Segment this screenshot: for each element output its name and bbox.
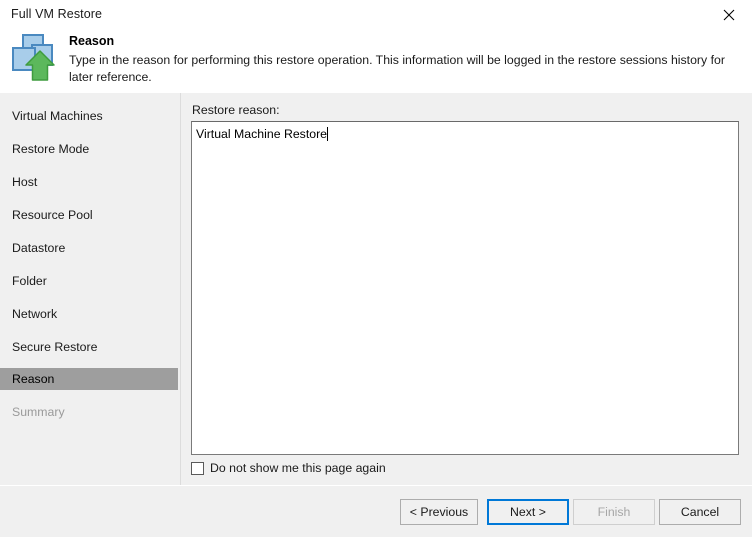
- sidebar-item-resource-pool[interactable]: Resource Pool: [0, 204, 178, 226]
- full-vm-restore-dialog: Full VM Restore Reason Type in the reaso…: [0, 0, 752, 537]
- sidebar-item-label: Datastore: [12, 241, 66, 255]
- previous-button-label: < Previous: [409, 505, 469, 519]
- checkbox-label: Do not show me this page again: [210, 461, 386, 475]
- dialog-body: Virtual Machines Restore Mode Host Resou…: [0, 93, 752, 485]
- text-caret: [327, 127, 329, 141]
- sidebar-item-label: Host: [12, 175, 38, 189]
- sidebar-item-folder[interactable]: Folder: [0, 270, 178, 292]
- sidebar-item-restore-mode[interactable]: Restore Mode: [0, 138, 178, 160]
- sidebar-item-label: Folder: [12, 274, 47, 288]
- previous-button[interactable]: < Previous: [400, 499, 478, 525]
- sidebar-item-label: Virtual Machines: [12, 109, 103, 123]
- dialog-footer: < Previous Next > Finish Cancel: [0, 485, 752, 537]
- restore-reason-text: Virtual Machine Restore: [196, 127, 328, 141]
- sidebar-item-label: Summary: [12, 405, 65, 419]
- restore-reason-input[interactable]: Virtual Machine Restore: [191, 121, 739, 455]
- sidebar-item-label: Secure Restore: [12, 340, 98, 354]
- restore-reason-label: Restore reason:: [192, 103, 280, 117]
- next-button-label: Next >: [510, 505, 546, 519]
- main-panel: Restore reason: Virtual Machine Restore …: [182, 93, 752, 485]
- dialog-header: Reason Type in the reason for performing…: [0, 30, 752, 93]
- sidebar-item-label: Resource Pool: [12, 208, 93, 222]
- header-description: Type in the reason for performing this r…: [69, 53, 725, 84]
- sidebar-item-datastore[interactable]: Datastore: [0, 237, 178, 259]
- close-button[interactable]: [706, 0, 752, 30]
- sidebar-item-reason[interactable]: Reason: [0, 368, 178, 390]
- sidebar-item-label: Restore Mode: [12, 142, 90, 156]
- cancel-button[interactable]: Cancel: [659, 499, 741, 525]
- checkbox-box-icon: [191, 461, 204, 475]
- sidebar-item-label: Reason: [12, 372, 55, 386]
- sidebar-item-host[interactable]: Host: [0, 171, 178, 193]
- sidebar-item-summary: Summary: [0, 401, 178, 423]
- finish-button: Finish: [573, 499, 655, 525]
- close-icon: [723, 9, 735, 21]
- do-not-show-again-checkbox[interactable]: Do not show me this page again: [191, 461, 386, 475]
- sidebar-item-virtual-machines[interactable]: Virtual Machines: [0, 105, 178, 127]
- window-title: Full VM Restore: [11, 7, 103, 21]
- restore-reason-value: Virtual Machine Restore: [196, 126, 329, 142]
- title-bar: Full VM Restore: [0, 0, 752, 30]
- next-button[interactable]: Next >: [487, 499, 569, 525]
- sidebar-item-network[interactable]: Network: [0, 303, 178, 325]
- sidebar-item-label: Network: [12, 307, 58, 321]
- vm-restore-icon: [10, 32, 64, 86]
- finish-button-label: Finish: [597, 505, 631, 519]
- sidebar-item-secure-restore[interactable]: Secure Restore: [0, 336, 178, 358]
- wizard-step-sidebar: Virtual Machines Restore Mode Host Resou…: [0, 93, 181, 485]
- cancel-button-label: Cancel: [680, 505, 720, 519]
- header-title: Reason: [69, 34, 115, 48]
